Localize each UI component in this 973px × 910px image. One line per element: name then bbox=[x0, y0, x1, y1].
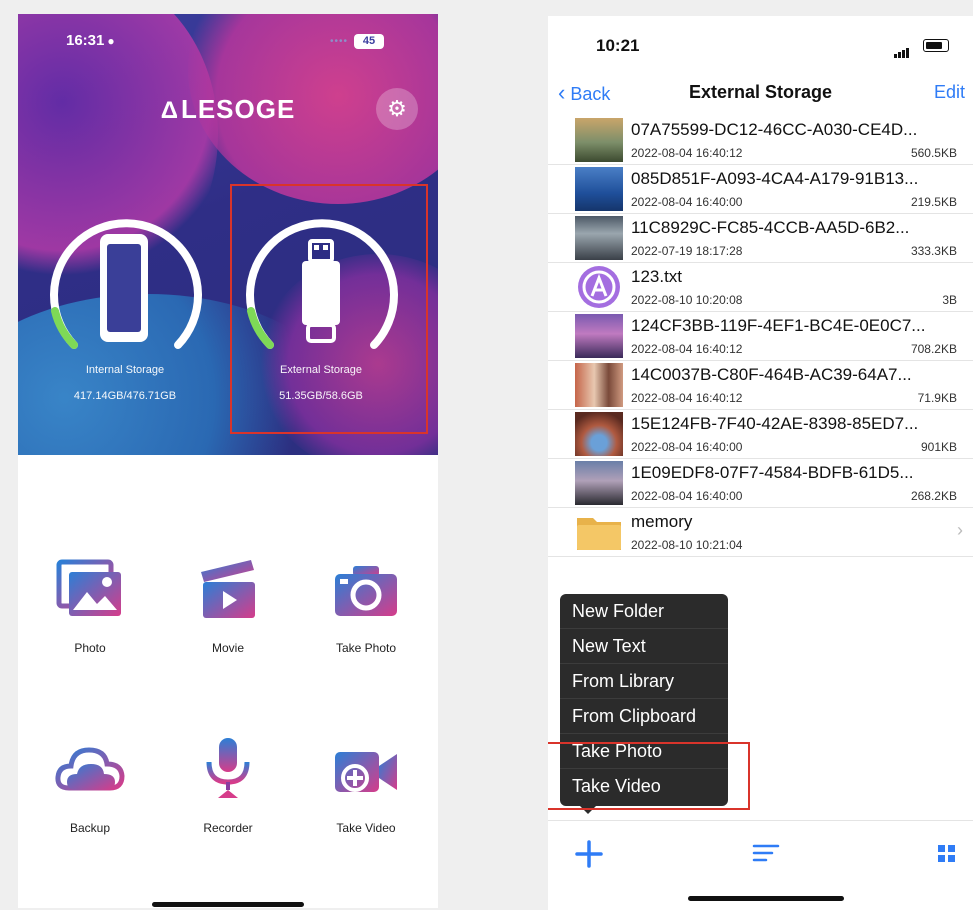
left-phone-screen: 16:31 ● •••• 45 ΔLESOGE ⚙ Internal Storag… bbox=[18, 14, 438, 908]
folder-row[interactable]: memory 2022-08-10 10:21:04 › bbox=[548, 508, 973, 557]
folder-icon bbox=[577, 518, 621, 550]
file-list: 07A75599-DC12-46CC-A030-CE4D... 2022-08-… bbox=[548, 116, 973, 557]
file-size: 219.5KB bbox=[910, 195, 957, 209]
chevron-right-icon: › bbox=[957, 520, 963, 540]
menu-item-from-clipboard[interactable]: From Clipboard bbox=[560, 699, 728, 734]
image-thumbnail bbox=[575, 461, 623, 505]
file-row[interactable]: 085D851F-A093-4CA4-A179-91B13... 2022-08… bbox=[548, 165, 973, 214]
brand-name: LESOGE bbox=[180, 94, 296, 124]
file-date: 2022-08-04 16:40:12 bbox=[631, 342, 743, 356]
file-row[interactable]: 11C8929C-FC85-4CCB-AA5D-6B2... 2022-07-1… bbox=[548, 214, 973, 263]
file-date: 2022-08-04 16:40:00 bbox=[631, 195, 743, 209]
cloud-icon bbox=[55, 747, 125, 791]
bottom-toolbar bbox=[548, 820, 973, 881]
file-name: 1E09EDF8-07F7-4584-BDFB-61D5... bbox=[631, 463, 914, 482]
storage-hero: 16:31 ● •••• 45 ΔLESOGE ⚙ Internal Storag… bbox=[18, 14, 438, 455]
internal-storage-free-arc bbox=[51, 307, 78, 349]
backup-app-label: Backup bbox=[69, 821, 111, 835]
video-camera-icon bbox=[335, 752, 397, 792]
file-size: 71.9KB bbox=[917, 391, 957, 405]
photo-app-button[interactable]: Photo bbox=[20, 558, 160, 655]
file-size: 333.3KB bbox=[910, 244, 957, 258]
image-thumbnail bbox=[575, 216, 623, 260]
camera-icon bbox=[335, 566, 397, 616]
image-thumbnail bbox=[575, 363, 623, 407]
backup-app-button[interactable]: Backup bbox=[20, 738, 160, 835]
take-photo-app-button[interactable]: Take Photo bbox=[296, 558, 436, 655]
photo-app-label: Photo bbox=[74, 641, 106, 655]
external-storage-highlight bbox=[230, 184, 428, 434]
image-thumbnail bbox=[575, 118, 623, 162]
file-size: 268.2KB bbox=[910, 489, 957, 503]
recorder-app-label: Recorder bbox=[203, 821, 253, 835]
movie-app-button[interactable]: Movie bbox=[158, 558, 298, 655]
file-row[interactable]: 14C0037B-C80F-464B-AC39-64A7... 2022-08-… bbox=[548, 361, 973, 410]
file-name: 124CF3BB-119F-4EF1-BC4E-0E0C7... bbox=[631, 316, 926, 335]
recorder-app-button[interactable]: Recorder bbox=[158, 738, 298, 835]
file-size: 3B bbox=[942, 293, 957, 307]
file-row[interactable]: 123.txt 2022-08-10 10:20:08 3B bbox=[548, 263, 973, 312]
file-name: 123.txt bbox=[631, 267, 683, 286]
folder-date: 2022-08-10 10:21:04 bbox=[631, 538, 743, 552]
signal-icon bbox=[894, 40, 910, 58]
internal-storage-usage: 417.14GB/476.71GB bbox=[73, 390, 177, 402]
microphone-icon bbox=[206, 738, 250, 798]
gear-icon[interactable]: ⚙ bbox=[376, 88, 418, 130]
take-options-highlight bbox=[548, 742, 750, 810]
file-name: 085D851F-A093-4CA4-A179-91B13... bbox=[631, 169, 919, 188]
take-photo-app-label: Take Photo bbox=[335, 641, 397, 655]
plus-icon[interactable] bbox=[574, 839, 604, 869]
signal-icon: •••• bbox=[330, 36, 349, 47]
navigation-bar: ‹ Back External Storage Edit bbox=[548, 78, 973, 108]
file-row[interactable]: 1E09EDF8-07F7-4584-BDFB-61D5... 2022-08-… bbox=[548, 459, 973, 508]
movie-app-label: Movie bbox=[211, 641, 244, 655]
status-time: 16:31 bbox=[66, 32, 105, 49]
file-name: 11C8929C-FC85-4CCB-AA5D-6B2... bbox=[631, 218, 910, 237]
file-row[interactable]: 15E124FB-7F40-42AE-8398-85ED7... 2022-08… bbox=[548, 410, 973, 459]
internal-storage-label: Internal Storage bbox=[85, 364, 165, 376]
home-indicator[interactable] bbox=[688, 896, 844, 901]
file-date: 2022-08-04 16:40:12 bbox=[631, 391, 743, 405]
battery-icon bbox=[923, 39, 949, 52]
edit-button[interactable]: Edit bbox=[934, 82, 965, 103]
brand-logo: ΔLESOGE bbox=[18, 94, 438, 125]
take-video-app-button[interactable]: Take Video bbox=[296, 738, 436, 835]
right-phone-screen: 10:21 ‹ Back External Storage Edit 07A75… bbox=[548, 16, 973, 910]
app-grid: Photo Movie Take Photo Backup Recorder T… bbox=[18, 455, 438, 908]
page-title: External Storage bbox=[688, 82, 833, 102]
home-indicator[interactable] bbox=[152, 902, 304, 907]
file-date: 2022-08-04 16:40:00 bbox=[631, 440, 743, 454]
file-size: 560.5KB bbox=[910, 146, 957, 160]
menu-item-new-text[interactable]: New Text bbox=[560, 629, 728, 664]
internal-storage-gauge[interactable] bbox=[36, 199, 216, 379]
person-icon: ● bbox=[107, 34, 115, 48]
file-name: 15E124FB-7F40-42AE-8398-85ED7... bbox=[631, 414, 919, 433]
menu-item-new-folder[interactable]: New Folder bbox=[560, 594, 728, 629]
image-thumbnail bbox=[575, 314, 623, 358]
battery-indicator: 45 bbox=[354, 34, 384, 49]
file-date: 2022-08-10 10:20:08 bbox=[631, 293, 743, 307]
menu-item-from-library[interactable]: From Library bbox=[560, 664, 728, 699]
file-row[interactable]: 124CF3BB-119F-4EF1-BC4E-0E0C7... 2022-08… bbox=[548, 312, 973, 361]
file-date: 2022-08-04 16:40:00 bbox=[631, 489, 743, 503]
take-video-app-label: Take Video bbox=[336, 821, 396, 835]
file-name: 07A75599-DC12-46CC-A030-CE4D... bbox=[631, 120, 918, 139]
clapperboard-icon bbox=[201, 560, 255, 618]
status-time: 10:21 bbox=[596, 36, 640, 55]
status-bar-left: 16:31 ● bbox=[66, 32, 115, 49]
file-date: 2022-08-04 16:40:12 bbox=[631, 146, 743, 160]
file-date: 2022-07-19 18:17:28 bbox=[631, 244, 743, 258]
image-thumbnail bbox=[575, 167, 623, 211]
file-size: 708.2KB bbox=[910, 342, 957, 356]
image-thumbnail bbox=[575, 412, 623, 456]
folder-name: memory bbox=[631, 512, 693, 531]
grid-icon[interactable] bbox=[936, 843, 958, 865]
sort-icon[interactable] bbox=[752, 841, 780, 865]
brand-mark-icon: Δ bbox=[160, 97, 179, 124]
file-name: 14C0037B-C80F-464B-AC39-64A7... bbox=[631, 365, 912, 384]
photo-gallery-icon bbox=[56, 559, 121, 616]
text-file-icon bbox=[578, 266, 620, 308]
file-size: 901KB bbox=[920, 440, 957, 454]
file-row[interactable]: 07A75599-DC12-46CC-A030-CE4D... 2022-08-… bbox=[548, 116, 973, 165]
